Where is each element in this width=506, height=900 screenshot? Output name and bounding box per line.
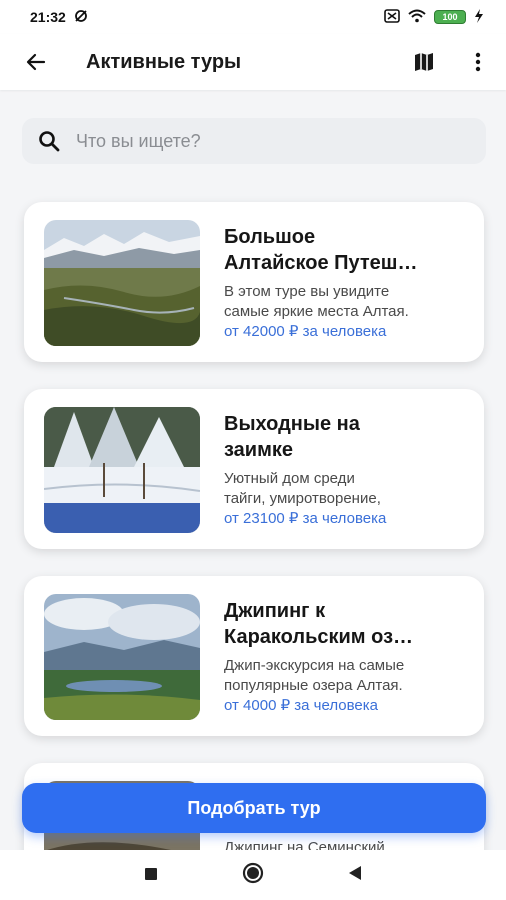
tour-image	[44, 407, 200, 533]
map-icon	[415, 53, 433, 71]
wifi-icon	[408, 9, 426, 26]
app-bar: Активные туры	[0, 34, 506, 90]
tour-title: Джипинг к Каракольским оз…	[224, 600, 414, 648]
nav-recents-icon[interactable]	[144, 866, 158, 885]
more-options-button[interactable]	[458, 42, 498, 82]
tour-title: Большое Алтайское Путеш…	[224, 226, 418, 274]
tour-description: Джип-экскурсия на самые популярные озера…	[224, 657, 405, 694]
tour-price: от 42000 ₽ за человека	[224, 323, 387, 340]
charging-icon	[474, 8, 484, 26]
tour-card[interactable]: Выходные на заимке Уютный дом среди тайг…	[24, 389, 484, 549]
search-icon	[39, 131, 60, 152]
tour-card[interactable]: Большое Алтайское Путеш… В этом туре вы …	[24, 202, 484, 362]
back-button[interactable]	[8, 34, 64, 90]
settings-sync-icon	[74, 9, 88, 26]
pick-tour-button[interactable]: Подобрать тур	[22, 783, 486, 833]
nav-back-icon[interactable]	[348, 865, 362, 885]
tour-image	[44, 594, 200, 720]
tour-price: от 23100 ₽ за человека	[224, 510, 387, 527]
tour-title: Выходные на заимке	[224, 413, 360, 461]
tour-description: В этом туре вы увидите самые яркие места…	[224, 283, 409, 320]
back-arrow-icon	[26, 53, 46, 71]
map-button[interactable]	[404, 42, 444, 82]
search-input[interactable]	[76, 130, 456, 152]
tour-card[interactable]: Джипинг к Каракольским оз… Джип-экскурси…	[24, 576, 484, 736]
tour-description: Уютный дом среди тайги, умиротворение,	[224, 470, 381, 507]
tour-image	[44, 220, 200, 346]
nav-home-icon[interactable]	[242, 862, 264, 888]
sim-icon	[384, 8, 400, 26]
status-time: 21:32	[30, 9, 66, 25]
more-vert-icon	[475, 52, 481, 72]
battery-icon: 100	[434, 10, 466, 24]
search-bar[interactable]	[22, 118, 486, 164]
status-bar: 21:32 100	[0, 0, 506, 34]
system-nav-bar	[0, 850, 506, 900]
page-title: Активные туры	[86, 50, 242, 73]
tour-price: от 4000 ₽ за человека	[224, 697, 378, 714]
